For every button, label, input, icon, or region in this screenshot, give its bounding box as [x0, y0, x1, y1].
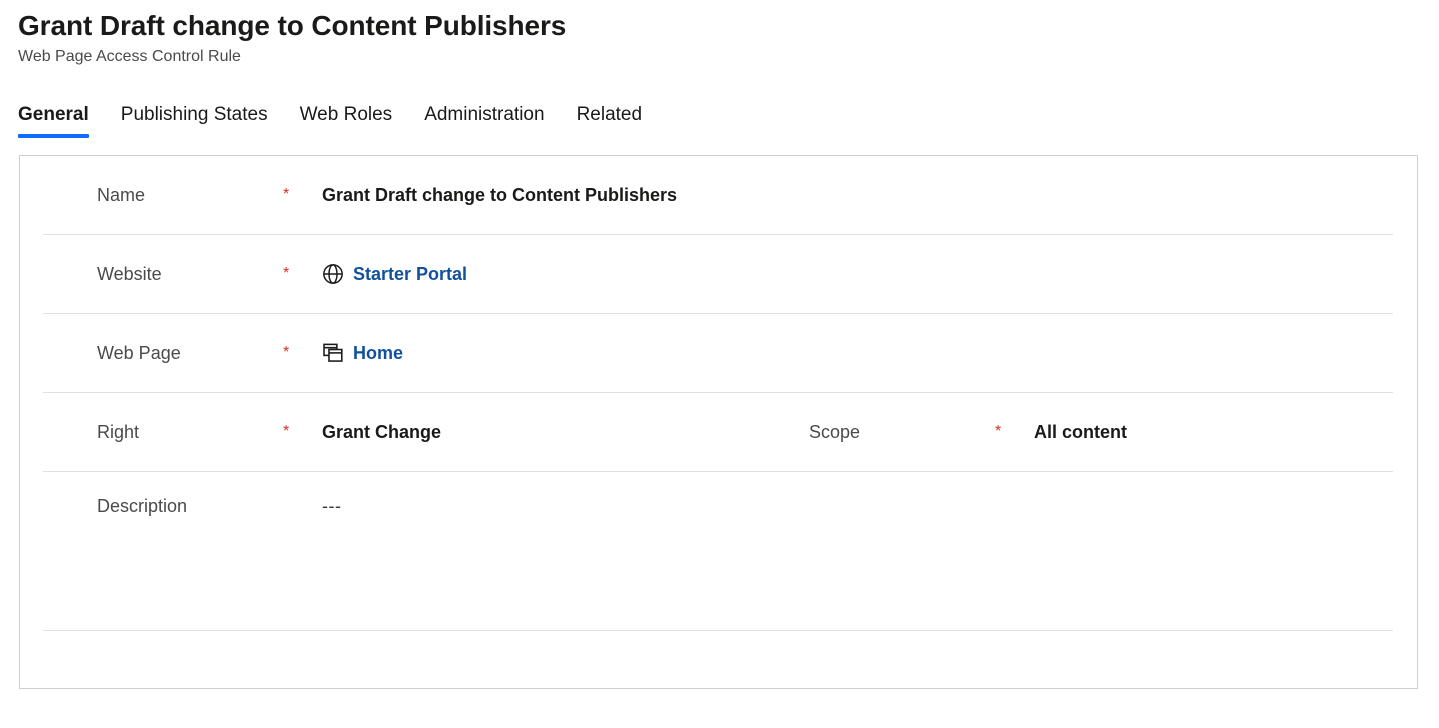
required-indicator-scope: * — [995, 423, 1002, 440]
form-row: Website * Starter Portal — [43, 235, 1393, 314]
form-row: Description --- — [43, 472, 1393, 631]
field-text-scope: All content — [1034, 422, 1127, 442]
form-row: Right * Grant Change Scope * All content — [43, 393, 1393, 472]
field-text-right: Grant Change — [322, 422, 442, 442]
page-title: Grant Draft change to Content Publishers — [18, 10, 567, 41]
page-header: Grant Draft change to Content Publishers… — [0, 0, 1439, 68]
tab-administration[interactable]: Administration — [408, 102, 560, 138]
tab-publishing-states[interactable]: Publishing States — [105, 102, 284, 138]
field-label-description: Description — [97, 496, 188, 516]
required-indicator-web-page: * — [283, 344, 290, 361]
tab-strip: General Publishing States Web Roles Adminis… — [0, 94, 1439, 138]
tab-web-roles[interactable]: Web Roles — [284, 102, 409, 138]
field-right: Right * Grant Change — [43, 420, 755, 444]
field-scope: Scope * All content — [755, 420, 1175, 444]
field-value-name: Grant Draft change to Content Publishers — [322, 183, 677, 207]
field-text-name: Grant Draft change to Content Publishers — [322, 185, 678, 205]
field-label-website: Website — [97, 264, 162, 284]
field-label-web-page: Web Page — [97, 343, 181, 363]
field-text-description: --- — [322, 496, 342, 516]
tab-related[interactable]: Related — [561, 102, 659, 138]
field-label-name: Name — [97, 185, 146, 205]
field-website: Website * Starter Portal — [43, 262, 755, 286]
form-row: Name * Grant Draft change to Content Publi… — [43, 156, 1393, 235]
field-text-web-page: Home — [353, 343, 404, 363]
tab-general[interactable]: General — [18, 102, 105, 138]
field-value-scope: All content — [1034, 420, 1127, 444]
field-web-page: Web Page * Home — [43, 341, 755, 365]
field-description: Description --- — [43, 494, 755, 518]
field-value-website[interactable]: Starter Portal — [322, 262, 467, 286]
page-subtitle: Web Page Access Control Rule — [18, 48, 241, 65]
general-form-card: Name * Grant Draft change to Content Publi… — [19, 155, 1418, 689]
field-label-right: Right — [97, 422, 140, 442]
web-pages-icon — [322, 342, 344, 364]
form-row-spacer — [43, 631, 1393, 679]
form-row: Web Page * Home — [43, 314, 1393, 393]
field-name: Name * Grant Draft change to Content Publi… — [43, 183, 755, 207]
globe-icon — [322, 263, 344, 285]
field-value-description: --- — [322, 494, 341, 518]
field-label-scope: Scope — [809, 422, 861, 442]
field-text-website: Starter Portal — [353, 264, 468, 284]
required-indicator-right: * — [283, 423, 290, 440]
form-rows: Name * Grant Draft change to Content Publi… — [20, 156, 1417, 679]
field-value-right: Grant Change — [322, 420, 441, 444]
required-indicator-name: * — [283, 186, 290, 203]
required-indicator-website: * — [283, 265, 290, 282]
field-value-web-page[interactable]: Home — [322, 341, 403, 365]
